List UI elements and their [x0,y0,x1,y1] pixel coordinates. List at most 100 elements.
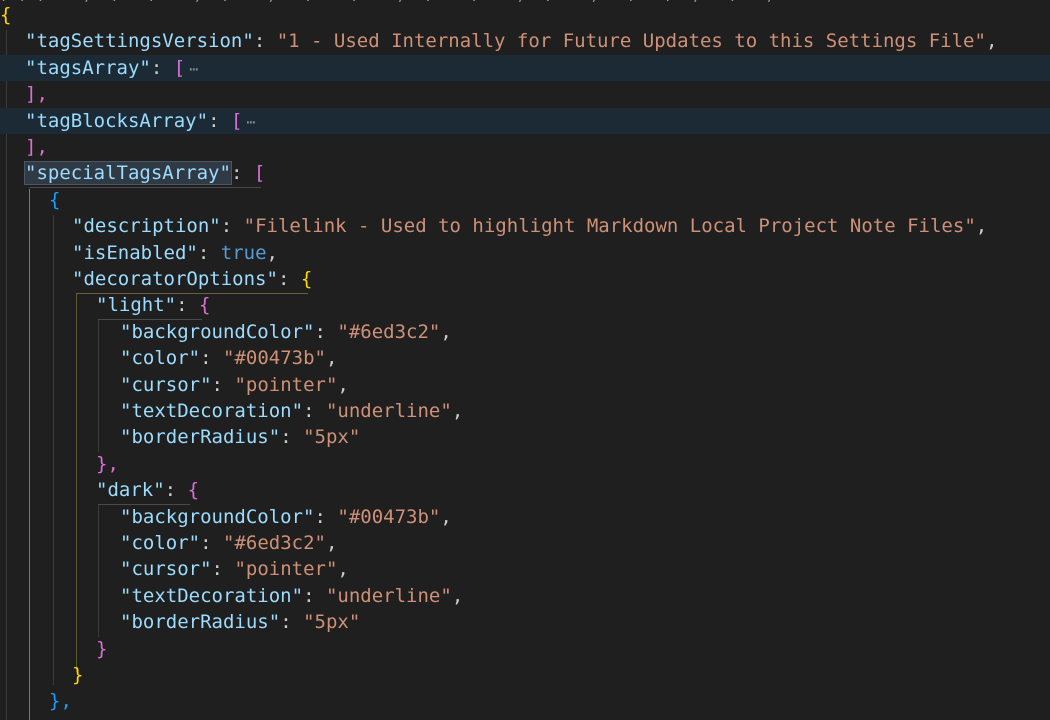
key-text: backgroundColor [131,505,304,528]
json-key: "specialTagsArray" [24,161,232,186]
object-open-brace[interactable]: { [0,187,1050,213]
fold-ellipsis-icon[interactable]: ⋯ [185,60,198,78]
line-dark-background-color[interactable]: "backgroundColor": "#00473b", [0,504,1050,530]
key-text: borderRadius [131,611,269,634]
bracket: [ [173,56,186,79]
line-light-background-color[interactable]: "backgroundColor": "#6ed3c2", [0,319,1050,345]
key-text: color [131,347,189,370]
json-key: "color" [120,347,200,369]
json-key: "textDecoration" [120,400,303,422]
quote: " [291,584,304,607]
line-dark[interactable]: "dark": { [0,477,1050,503]
quote: " [242,30,254,53]
bracket: ], [25,136,48,158]
json-value: pointer [245,558,326,581]
quote: " [25,30,37,53]
json-value: #00473b [348,505,429,528]
line-description[interactable]: "description": "Filelink - Used to highl… [0,213,1050,239]
colon: : [164,479,188,502]
quote: " [348,426,361,449]
quote: " [337,505,349,528]
colon: : [230,162,254,185]
tag-blocks-array-close[interactable]: ], [0,134,1050,160]
line-content: "color": "#6ed3c2", [120,530,337,556]
comma: , [325,347,338,370]
light-close-brace[interactable]: }, [0,451,1050,477]
line-dark-color[interactable]: "color": "#6ed3c2", [0,530,1050,556]
colon: : [208,109,231,132]
json-key: "color" [120,532,200,554]
line-content: "decoratorOptions": { [72,266,312,292]
quote: " [276,30,289,53]
quote: " [120,320,132,343]
line-light-border-radius[interactable]: "borderRadius": "5px" [0,424,1050,450]
fold-ellipsis-icon[interactable]: ⋯ [242,113,255,131]
quote: " [348,611,361,634]
quote: " [303,426,315,449]
tags-array-close[interactable]: ], [0,81,1050,107]
root-open-brace[interactable]: { [0,2,1050,28]
line-content: "cursor": "pointer", [120,556,349,582]
decorator-options-close-brace[interactable]: } [0,662,1050,688]
comma: , [337,558,349,581]
json-key: "tagSettingsVersion" [25,30,254,52]
line-dark-border-radius[interactable]: "borderRadius": "5px" [0,609,1050,635]
line-special-tags-array[interactable]: "specialTagsArray": [ [0,160,1050,186]
line-is-enabled[interactable]: "isEnabled": true, [0,240,1050,266]
code-editor[interactable]: . . . ; . . , . , . . ; . . , . , . . , … [0,0,1050,720]
colon: : [280,426,304,449]
colon: : [314,320,338,343]
quote: " [223,347,235,370]
quote: " [120,558,132,581]
quote: " [200,373,212,396]
quote: " [25,162,37,185]
line-light[interactable]: "light": { [0,292,1050,318]
line-content: "tagsArray": [⋯ [25,55,198,82]
line-light-cursor[interactable]: "cursor": "pointer", [0,372,1050,398]
quote: " [200,558,212,581]
object-close-brace[interactable]: }, [0,688,1050,714]
quote: " [303,505,315,528]
json-key: "decoratorOptions" [72,268,278,290]
json-value: #00473b [234,347,315,370]
colon: : [150,56,174,79]
dark-close-brace[interactable]: } [0,636,1050,662]
quote: " [120,347,132,370]
quote: " [120,426,132,449]
line-tags-array[interactable]: "tagsArray": [⋯ [0,54,1050,82]
json-value: true [220,241,267,264]
key-text: isEnabled [83,241,187,264]
json-key: "cursor" [120,374,212,396]
json-key: "cursor" [120,558,212,580]
json-key: "backgroundColor" [120,321,315,343]
key-text: tagSettingsVersion [36,30,243,53]
line-dark-text-decoration[interactable]: "textDecoration": "underline", [0,583,1050,609]
line-light-color[interactable]: "color": "#00473b", [0,345,1050,371]
quote: " [120,373,132,396]
line-light-text-decoration[interactable]: "textDecoration": "underline", [0,398,1050,424]
json-key: "description" [72,215,221,237]
line-content: ], [25,134,48,160]
quote: " [325,373,338,396]
line-content: "textDecoration": "underline", [120,583,463,609]
line-dark-cursor[interactable]: "cursor": "pointer", [0,556,1050,582]
quote: " [303,611,315,634]
line-content: ], [25,81,48,107]
line-content: "light": { [96,292,210,318]
line-tag-blocks-array[interactable]: "tagBlocksArray": [⋯ [0,107,1050,134]
quote: " [266,268,278,290]
line-tag-settings-version[interactable]: "tagSettingsVersion": "1 - Used Internal… [0,28,1050,54]
key-text: textDecoration [131,584,292,607]
line-content: "textDecoration": "underline", [120,398,463,424]
quote: " [25,109,37,132]
json-key: "isEnabled" [72,242,198,264]
colon: : [197,241,221,264]
comma: , [985,30,998,53]
line-content: { [0,2,11,28]
comma: , [451,400,464,422]
quote: " [440,400,452,422]
line-content: "tagSettingsVersion": "1 - Used Internal… [25,28,997,54]
line-content: "borderRadius": "5px" [120,424,360,450]
line-decorator-options[interactable]: "decoratorOptions": { [0,266,1050,292]
quote: " [96,479,108,502]
